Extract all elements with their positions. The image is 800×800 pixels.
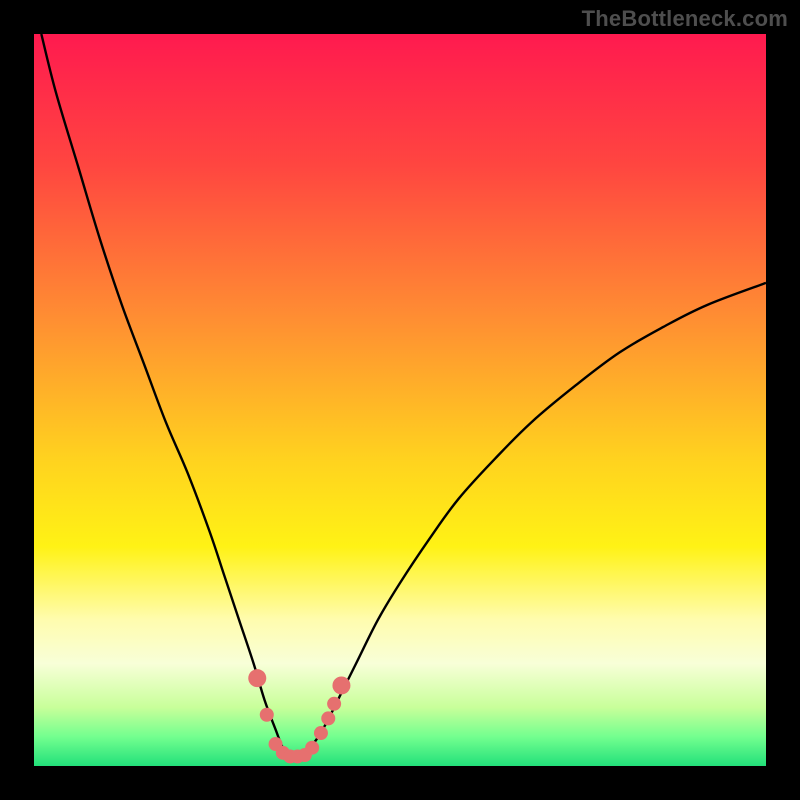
curve-marker: [327, 697, 341, 711]
curve-marker: [321, 711, 335, 725]
curve-marker: [314, 726, 328, 740]
curve-marker: [248, 669, 266, 687]
curve-marker: [305, 741, 319, 755]
curve-marker: [260, 708, 274, 722]
curve-marker: [332, 676, 350, 694]
plot-area: [34, 34, 766, 766]
chart-frame: TheBottleneck.com: [0, 0, 800, 800]
chart-svg: [34, 34, 766, 766]
watermark-text: TheBottleneck.com: [582, 6, 788, 32]
gradient-background: [34, 34, 766, 766]
